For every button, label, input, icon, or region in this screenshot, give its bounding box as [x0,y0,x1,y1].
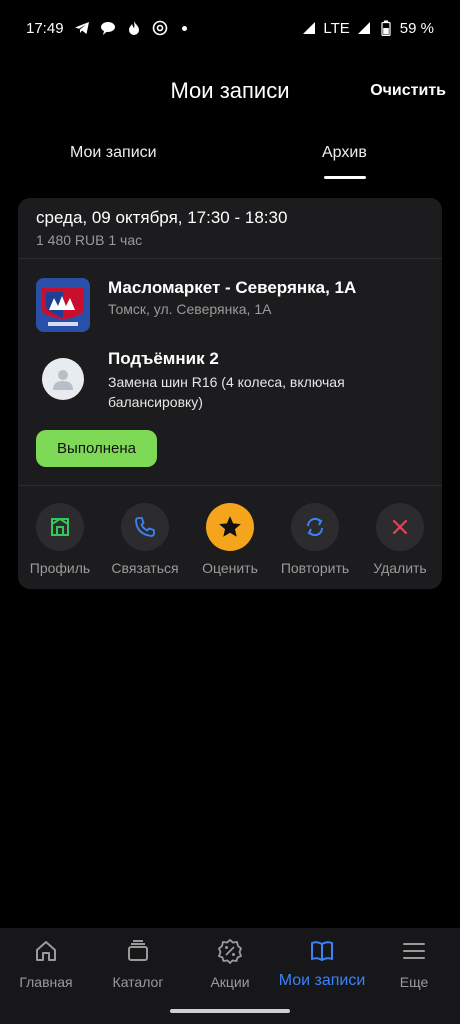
delete-button[interactable]: Удалить [355,503,442,576]
company-address: Томск, ул. Северянка, 1А [108,301,272,317]
flame-icon [126,20,142,36]
contact-button[interactable]: Связаться [100,503,190,576]
divider [18,485,442,486]
action-label: Удалить [373,560,427,576]
nav-promotions[interactable]: Акции [184,938,276,990]
battery-icon [378,20,394,36]
nav-label: Мои записи [278,972,366,989]
divider [18,258,442,259]
nav-label: Еще [399,974,429,990]
repeat-icon [306,517,324,537]
booking-datetime: среда, 09 октября, 17:30 - 18:30 [36,208,288,227]
booking-card[interactable]: среда, 09 октября, 17:30 - 18:30 1 480 R… [18,198,442,589]
chat-icon [100,20,116,36]
nav-label: Акции [210,974,250,990]
dot-icon [181,25,187,31]
repeat-button[interactable]: Повторить [270,503,360,576]
action-label: Связаться [111,560,179,576]
user-icon [53,370,73,390]
nav-home[interactable]: Главная [0,938,92,990]
signal-icon [356,20,372,36]
action-label: Повторить [280,560,350,576]
company-name[interactable]: Масломаркет - Северянка, 1А [108,278,356,298]
service-resource: Подъёмник 2 [108,349,219,368]
tab-my-bookings[interactable]: Мои записи [70,144,157,162]
home-indicator[interactable] [170,1009,290,1013]
booking-price-duration: 1 480 RUB 1 час [36,232,143,248]
catalog-icon [128,940,148,961]
home-icon [36,941,56,961]
service-description: Замена шин R16 (4 колеса, включая баланс… [108,374,345,410]
avatar [42,358,84,400]
status-time: 17:49 [26,19,64,37]
close-icon [392,519,408,535]
nav-my-bookings[interactable]: Мои записи [276,938,368,990]
rate-button[interactable]: Оценить [185,503,275,576]
booking-actions: Профиль Связаться Оценить Повторить Удал… [18,503,442,583]
tab-archive[interactable]: Архив [322,144,367,162]
status-badge: Выполнена [36,430,157,467]
profile-button[interactable]: Профиль [18,503,105,576]
company-logo [36,278,90,332]
phone-icon [135,517,155,537]
active-tab-indicator [324,176,366,179]
telegram-icon [74,20,90,36]
network-type: LTE [323,19,350,37]
menu-icon [403,943,425,959]
sync-icon [152,20,168,36]
nav-label: Каталог [112,974,164,990]
battery-level: 59 % [399,19,434,37]
star-icon [219,516,241,537]
nav-catalog[interactable]: Каталог [92,938,184,990]
signal-icon [301,20,317,36]
nav-more[interactable]: Еще [368,938,460,990]
action-label: Профиль [29,560,91,576]
store-icon [51,517,69,536]
status-bar: 17:49 LTE 59 % [0,0,460,56]
percent-icon [217,938,243,964]
action-label: Оценить [202,560,258,576]
tab-bar: Мои записи Архив [0,136,460,180]
clear-button[interactable]: Очистить [370,82,446,100]
nav-label: Главная [19,974,73,990]
book-icon [311,941,333,961]
header: Мои записи Очистить [0,70,460,114]
